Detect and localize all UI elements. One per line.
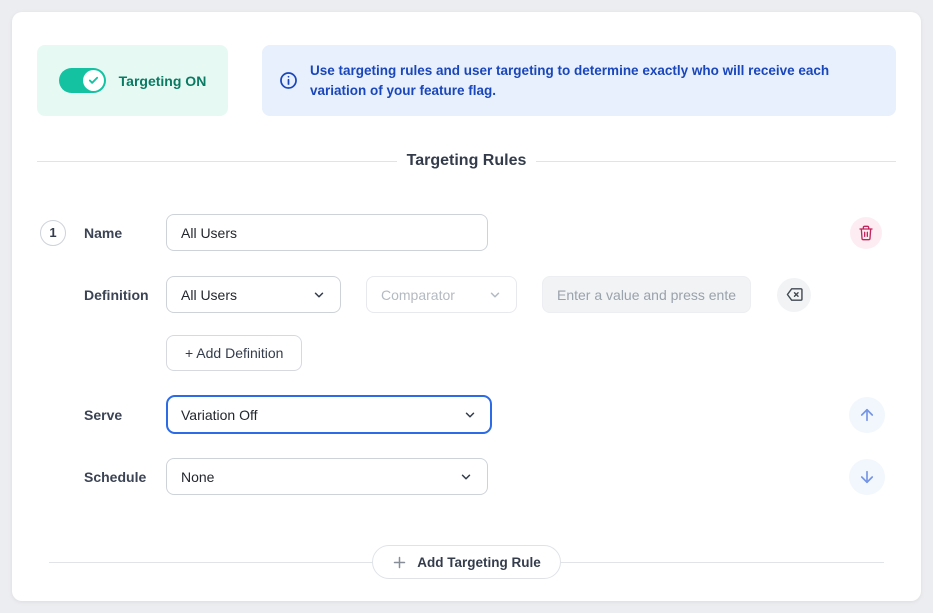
add-definition-button[interactable]: + Add Definition: [166, 335, 302, 371]
rule-serve-row: Serve Variation Off: [37, 395, 896, 434]
info-banner: Use targeting rules and user targeting t…: [262, 45, 896, 116]
info-icon: [279, 71, 298, 90]
add-definition-row: + Add Definition: [37, 335, 896, 371]
divider-left: [37, 161, 397, 162]
plus-icon: [392, 555, 407, 570]
schedule-select-value: None: [181, 469, 214, 485]
targeting-rule: 1 Name Definition All Users Comparator: [37, 214, 896, 495]
schedule-select[interactable]: None: [166, 458, 488, 495]
add-targeting-rule-button[interactable]: Add Targeting Rule: [372, 545, 561, 579]
trash-icon: [858, 225, 874, 241]
definition-select-value: All Users: [181, 287, 237, 303]
name-label: Name: [84, 225, 122, 241]
targeting-toggle-panel: Targeting ON: [37, 45, 228, 116]
move-rule-up-button[interactable]: [849, 397, 885, 433]
info-banner-text: Use targeting rules and user targeting t…: [310, 61, 866, 101]
footer-divider: Add Targeting Rule: [37, 545, 896, 579]
chevron-down-icon: [463, 408, 477, 422]
clear-definition-button[interactable]: [777, 278, 811, 312]
comparator-select-placeholder: Comparator: [381, 287, 455, 303]
definition-value-input[interactable]: [542, 276, 751, 313]
serve-select[interactable]: Variation Off: [166, 395, 492, 434]
rule-name-input[interactable]: [166, 214, 488, 251]
definition-select[interactable]: All Users: [166, 276, 341, 313]
targeting-card: Targeting ON Use targeting rules and use…: [12, 12, 921, 601]
arrow-down-icon: [858, 468, 876, 486]
section-title: Targeting Rules: [405, 152, 529, 170]
chevron-down-icon: [312, 288, 326, 302]
divider-right: [536, 161, 896, 162]
rule-schedule-row: Schedule None: [37, 458, 896, 495]
header-row: Targeting ON Use targeting rules and use…: [37, 45, 896, 116]
add-targeting-rule-label: Add Targeting Rule: [417, 555, 541, 570]
move-rule-down-button[interactable]: [849, 459, 885, 495]
comparator-select[interactable]: Comparator: [366, 276, 517, 313]
toggle-thumb: [83, 70, 104, 91]
targeting-toggle-label: Targeting ON: [119, 73, 207, 89]
serve-label: Serve: [84, 407, 122, 423]
delete-rule-button[interactable]: [850, 217, 882, 249]
arrow-up-icon: [858, 406, 876, 424]
section-heading: Targeting Rules: [37, 150, 896, 172]
definition-label: Definition: [84, 287, 149, 303]
rule-index-badge: 1: [40, 220, 66, 246]
backspace-icon: [786, 286, 803, 303]
rule-name-row: 1 Name: [37, 214, 896, 251]
serve-select-value: Variation Off: [181, 407, 258, 423]
schedule-label: Schedule: [84, 469, 146, 485]
check-icon: [88, 75, 99, 86]
chevron-down-icon: [488, 288, 502, 302]
targeting-toggle[interactable]: [59, 68, 106, 93]
rule-definition-row: Definition All Users Comparator: [37, 276, 896, 313]
chevron-down-icon: [459, 470, 473, 484]
